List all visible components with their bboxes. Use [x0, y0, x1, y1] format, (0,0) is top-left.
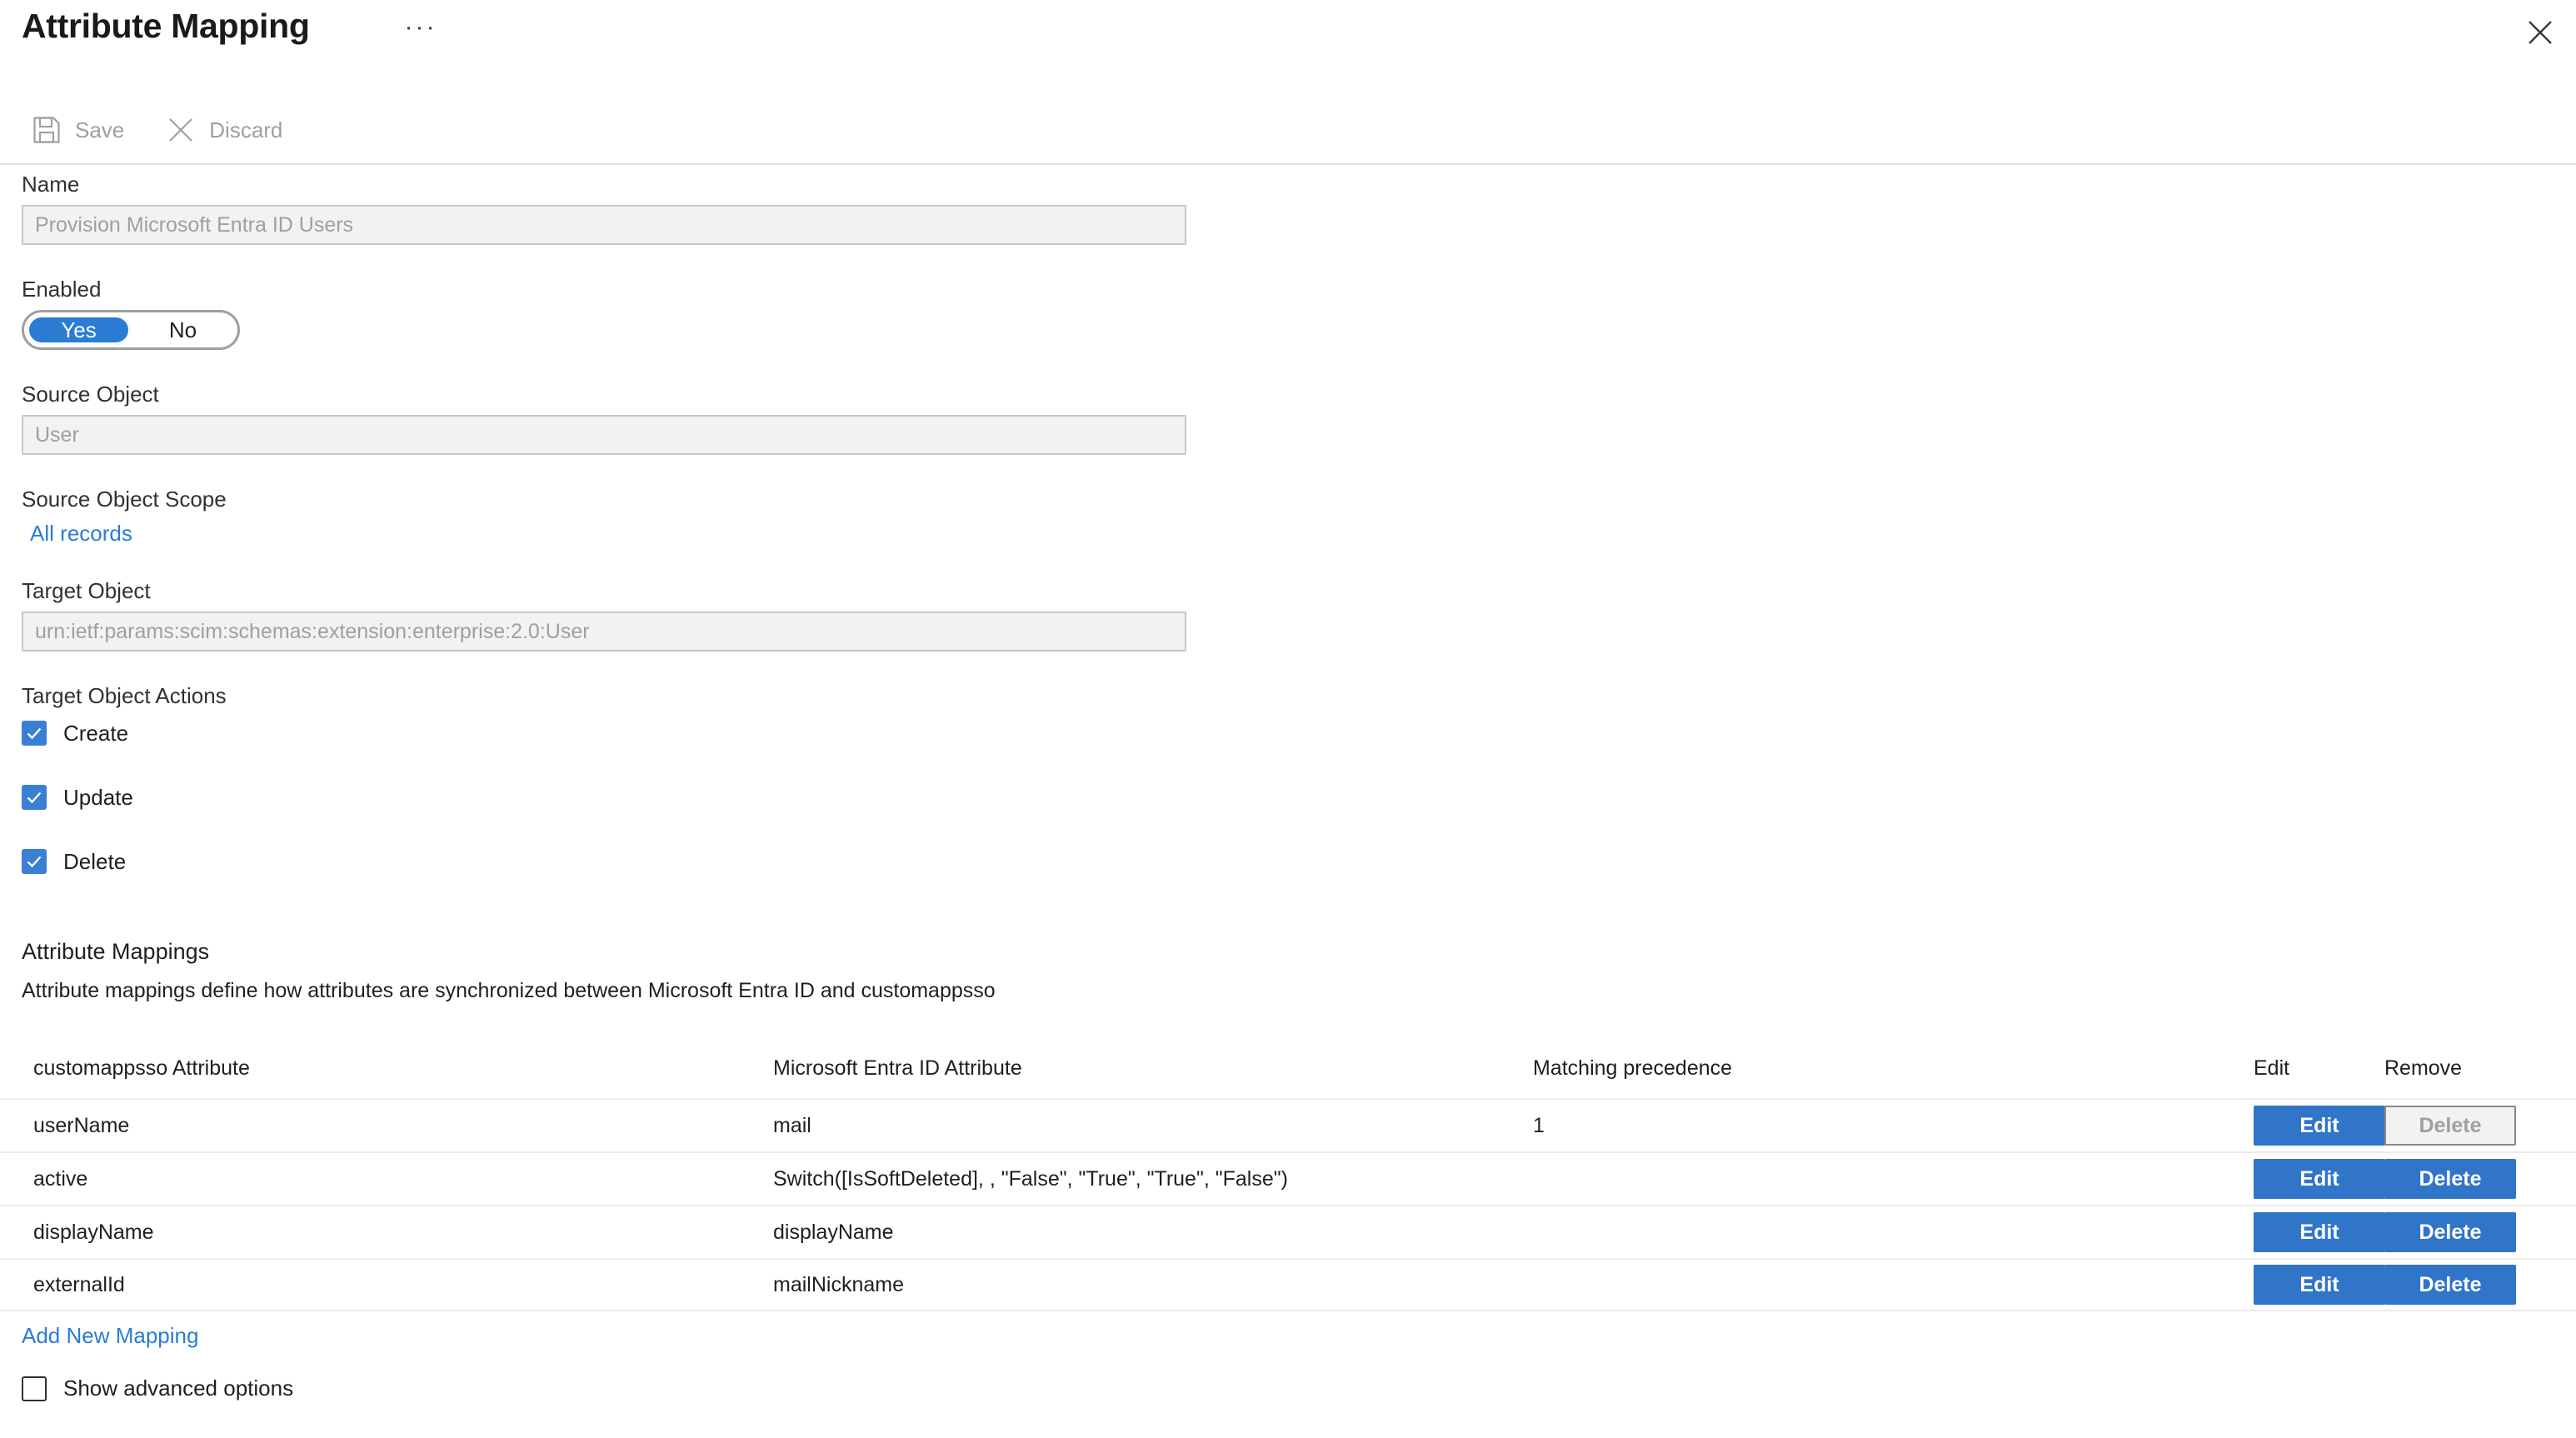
- column-header-edit: Edit: [2254, 1056, 2290, 1080]
- delete-button: Delete: [2384, 1106, 2516, 1146]
- target-action-delete[interactable]: Delete: [22, 845, 2576, 878]
- table-row: displayName displayName Edit Delete: [0, 1205, 2576, 1258]
- attribute-mappings-description: Attribute mappings define how attributes…: [22, 979, 996, 1002]
- more-options-menu-button[interactable]: ···: [400, 15, 442, 53]
- delete-button[interactable]: Delete: [2384, 1212, 2516, 1252]
- target-object-input[interactable]: urn:ietf:params:scim:schemas:extension:e…: [22, 612, 1186, 652]
- cell-remove: Delete: [2366, 1106, 2576, 1146]
- target-action-update-label: Update: [63, 784, 133, 810]
- source-object-scope-label: Source Object Scope: [22, 487, 227, 512]
- column-header-customappsso-attribute: customappsso Attribute: [33, 1056, 250, 1080]
- discard-button[interactable]: Discard: [157, 107, 294, 153]
- cell-edit: Edit: [2237, 1159, 2385, 1199]
- save-button[interactable]: Save: [23, 107, 136, 153]
- enabled-toggle-yes[interactable]: Yes: [27, 315, 131, 345]
- target-object-actions-label: Target Object Actions: [22, 683, 227, 708]
- target-action-create[interactable]: Create: [22, 717, 2576, 750]
- target-action-update[interactable]: Update: [22, 781, 2576, 814]
- checkbox-checked-icon[interactable]: [22, 849, 47, 874]
- add-new-mapping-link[interactable]: Add New Mapping: [22, 1323, 198, 1349]
- enabled-toggle[interactable]: Yes No: [22, 310, 240, 350]
- cell-customappsso-attribute: externalId: [33, 1272, 125, 1296]
- cell-edit: Edit: [2237, 1106, 2385, 1146]
- save-icon: [28, 112, 65, 148]
- cell-remove: Delete: [2366, 1159, 2576, 1199]
- source-object-label: Source Object: [22, 382, 159, 407]
- name-input[interactable]: Provision Microsoft Entra ID Users: [22, 205, 1186, 245]
- cell-edit: Edit: [2237, 1212, 2385, 1252]
- ellipsis-icon: ···: [404, 13, 437, 41]
- delete-button[interactable]: Delete: [2384, 1265, 2516, 1305]
- cell-remove: Delete: [2366, 1212, 2576, 1252]
- attribute-mappings-table: customappsso Attribute Microsoft Entra I…: [0, 1053, 2576, 1311]
- cell-customappsso-attribute: userName: [33, 1113, 130, 1137]
- cell-edit: Edit: [2237, 1265, 2385, 1305]
- target-object-label: Target Object: [22, 578, 151, 603]
- column-header-remove: Remove: [2384, 1056, 2463, 1080]
- checkbox-unchecked-icon[interactable]: [22, 1376, 47, 1401]
- cell-customappsso-attribute: active: [33, 1166, 88, 1191]
- cell-entra-attribute: mailNickname: [773, 1272, 904, 1296]
- discard-icon: [162, 112, 199, 148]
- cell-entra-attribute: displayName: [773, 1220, 894, 1244]
- table-row: userName mail 1 Edit Delete: [0, 1098, 2576, 1151]
- table-row: active Switch([IsSoftDeleted], , "False"…: [0, 1151, 2576, 1205]
- form-area: Name Provision Microsoft Entra ID Users …: [0, 172, 2576, 1003]
- cell-customappsso-attribute: displayName: [33, 1220, 154, 1244]
- column-header-entra-attribute: Microsoft Entra ID Attribute: [773, 1056, 1022, 1080]
- page-title: Attribute Mapping: [22, 7, 310, 45]
- enabled-toggle-no[interactable]: No: [131, 315, 235, 345]
- discard-button-label: Discard: [209, 117, 283, 142]
- command-bar: Save Discard: [0, 105, 2576, 155]
- show-advanced-options-row[interactable]: Show advanced options: [22, 1376, 2576, 1401]
- cell-entra-attribute: mail: [773, 1113, 811, 1137]
- target-action-delete-label: Delete: [63, 848, 127, 874]
- delete-button[interactable]: Delete: [2384, 1159, 2516, 1199]
- name-label: Name: [22, 172, 80, 197]
- attribute-mappings-title: Attribute Mappings: [22, 939, 210, 964]
- table-row: externalId mailNickname Edit Delete: [0, 1258, 2576, 1311]
- cell-entra-attribute: Switch([IsSoftDeleted], , "False", "True…: [773, 1166, 1288, 1191]
- close-button[interactable]: [2516, 8, 2564, 57]
- checkbox-checked-icon[interactable]: [22, 721, 47, 746]
- save-button-label: Save: [75, 117, 125, 142]
- source-object-input[interactable]: User: [22, 415, 1186, 455]
- header-divider: [0, 163, 2576, 165]
- close-icon: [2528, 20, 2553, 45]
- enabled-label: Enabled: [22, 277, 102, 302]
- table-header-row: customappsso Attribute Microsoft Entra I…: [0, 1053, 2576, 1098]
- cell-remove: Delete: [2366, 1265, 2576, 1305]
- cell-matching-precedence: 1: [1533, 1113, 1545, 1137]
- target-action-create-label: Create: [63, 720, 129, 746]
- show-advanced-options-label: Show advanced options: [63, 1376, 294, 1401]
- source-object-scope-link[interactable]: All records: [30, 520, 132, 547]
- blade-header: Attribute Mapping ···: [0, 0, 2576, 83]
- footer-area: Add New Mapping Show advanced options: [0, 1323, 2576, 1401]
- checkbox-checked-icon[interactable]: [22, 785, 47, 810]
- column-header-matching-precedence: Matching precedence: [1533, 1056, 1733, 1080]
